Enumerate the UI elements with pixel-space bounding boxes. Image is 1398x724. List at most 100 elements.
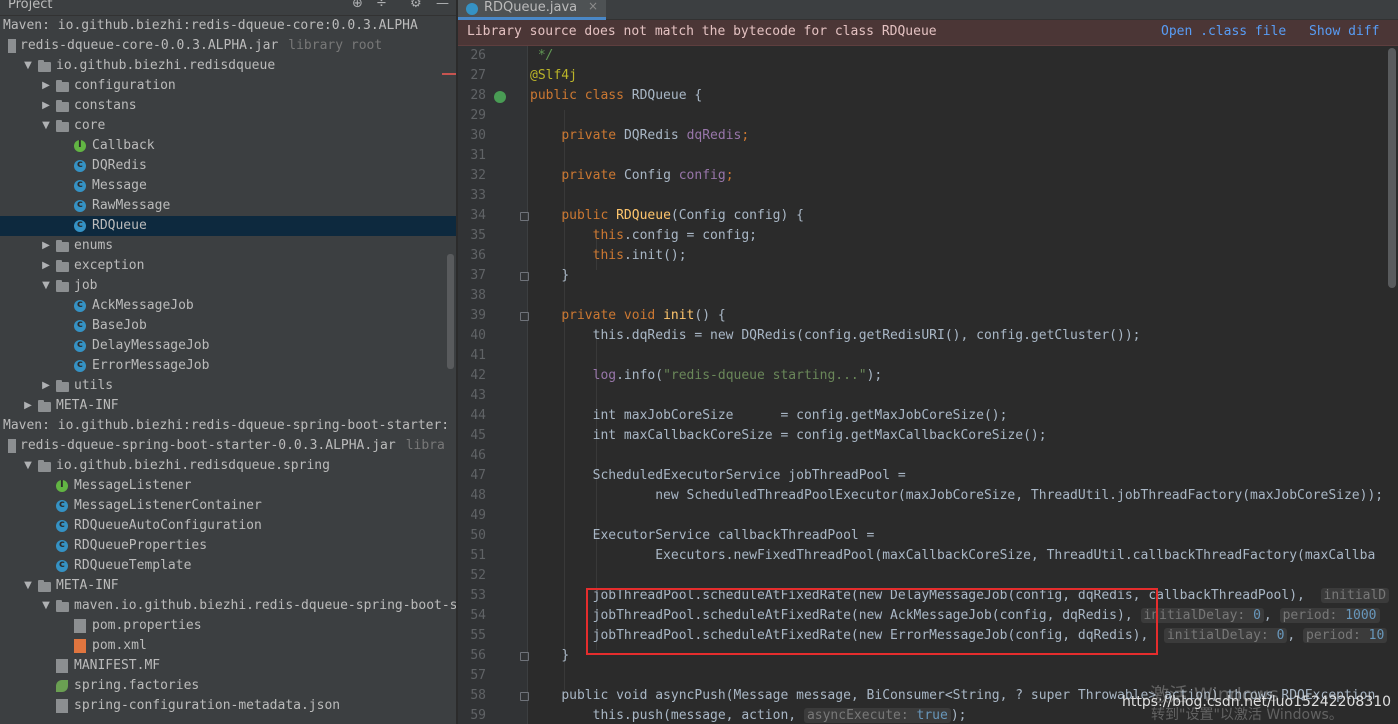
chevron-down-icon[interactable]: ▼ xyxy=(22,56,34,76)
chevron-right-icon[interactable]: ▶ xyxy=(40,376,52,396)
tree-item[interactable]: RDQueueTemplate xyxy=(0,555,456,576)
tree-folder[interactable]: ▼ job xyxy=(0,276,456,296)
chevron-right-icon[interactable]: ▶ xyxy=(40,256,52,276)
tree-item[interactable]: Message xyxy=(0,175,456,196)
code-line-32[interactable]: private Config config; xyxy=(530,166,1398,186)
tree-item[interactable]: AckMessageJob xyxy=(0,295,456,316)
chevron-down-icon[interactable]: ▼ xyxy=(40,276,52,296)
code-line-45[interactable]: int maxCallbackCoreSize = config.getMaxC… xyxy=(530,426,1398,446)
tree-folder[interactable]: ▶ configuration xyxy=(0,76,456,96)
line-number[interactable]: 48 xyxy=(458,486,486,506)
chevron-right-icon[interactable]: ▶ xyxy=(22,396,34,416)
line-number[interactable]: 31 xyxy=(458,146,486,166)
tree-item[interactable]: redis-dqueue-core-0.0.3.ALPHA.jar library… xyxy=(0,36,456,56)
line-number[interactable]: 35 xyxy=(458,226,486,246)
chevron-right-icon[interactable]: ▶ xyxy=(40,236,52,256)
tree-item[interactable]: DQRedis xyxy=(0,155,456,176)
tree-item[interactable]: ErrorMessageJob xyxy=(0,355,456,376)
line-number[interactable]: 57 xyxy=(458,666,486,686)
line-number[interactable]: 45 xyxy=(458,426,486,446)
line-number[interactable]: 36 xyxy=(458,246,486,266)
code-line-28[interactable]: public class RDQueue { xyxy=(530,86,1398,106)
code-line-44[interactable]: int maxJobCoreSize = config.getMaxJobCor… xyxy=(530,406,1398,426)
code-line-40[interactable]: this.dqRedis = new DQRedis(config.getRed… xyxy=(530,326,1398,346)
line-number[interactable]: 53 xyxy=(458,586,486,606)
tab-rdqueue-java[interactable]: RDQueue.java × xyxy=(458,0,606,20)
line-number[interactable]: 34 xyxy=(458,206,486,226)
line-number[interactable]: 50 xyxy=(458,526,486,546)
tree-folder[interactable]: ▼ io.github.biezhi.redisdqueue.spring xyxy=(0,456,456,476)
implementation-marker-icon[interactable] xyxy=(494,91,506,103)
code-line-35[interactable]: this.config = config; xyxy=(530,226,1398,246)
tree-folder[interactable]: ▼ core xyxy=(0,116,456,136)
line-number[interactable]: 56 xyxy=(458,646,486,666)
tree-item[interactable]: pom.xml xyxy=(0,636,456,656)
code-line-47[interactable]: ScheduledExecutorService jobThreadPool = xyxy=(530,466,1398,486)
code-line-36[interactable]: this.init(); xyxy=(530,246,1398,266)
code-line-27[interactable]: @Slf4j xyxy=(530,66,1398,86)
tree-item[interactable]: pom.properties xyxy=(0,616,456,636)
open-class-file-link[interactable]: Open .class file xyxy=(1161,24,1286,39)
fold-marker-icon[interactable] xyxy=(520,652,529,661)
code-line-39[interactable]: private void init() { xyxy=(530,306,1398,326)
line-number[interactable]: 39 xyxy=(458,306,486,326)
line-number[interactable]: 37 xyxy=(458,266,486,286)
tree-library[interactable]: Maven: io.github.biezhi:redis-dqueue-cor… xyxy=(0,16,456,36)
line-number[interactable]: 30 xyxy=(458,126,486,146)
fold-marker-icon[interactable] xyxy=(520,272,529,281)
line-number[interactable]: 51 xyxy=(458,546,486,566)
tree-item[interactable]: spring-configuration-metadata.json xyxy=(0,696,456,716)
chevron-down-icon[interactable]: ▼ xyxy=(22,456,34,476)
fold-marker-icon[interactable] xyxy=(520,692,529,701)
line-number[interactable]: 26 xyxy=(458,46,486,66)
line-number[interactable]: 44 xyxy=(458,406,486,426)
project-panel-title[interactable]: Project xyxy=(8,0,52,12)
tree-folder[interactable]: ▼ META-INF xyxy=(0,576,456,596)
line-number[interactable]: 38 xyxy=(458,286,486,306)
line-number[interactable]: 52 xyxy=(458,566,486,586)
code-line-37[interactable]: } xyxy=(530,266,1398,286)
target-icon[interactable]: ⊕ xyxy=(352,0,363,11)
chevron-down-icon[interactable]: ▼ xyxy=(40,596,52,616)
line-number[interactable]: 32 xyxy=(458,166,486,186)
line-number[interactable]: 43 xyxy=(458,386,486,406)
tree-item[interactable]: spring.factories xyxy=(0,676,456,696)
line-number[interactable]: 55 xyxy=(458,626,486,646)
tree-item[interactable]: RawMessage xyxy=(0,195,456,216)
line-number[interactable]: 42 xyxy=(458,366,486,386)
code-line-50[interactable]: ExecutorService callbackThreadPool = xyxy=(530,526,1398,546)
minimize-icon[interactable]: — xyxy=(436,0,449,11)
code-line-42[interactable]: log.info("redis-dqueue starting..."); xyxy=(530,366,1398,386)
close-tab-icon[interactable]: × xyxy=(588,0,598,13)
tree-folder[interactable]: ▶ utils xyxy=(0,376,456,396)
tree-item[interactable]: DelayMessageJob xyxy=(0,335,456,356)
tree-item[interactable]: MessageListenerContainer xyxy=(0,495,456,516)
tree-library[interactable]: Maven: io.github.biezhi:redis-dqueue-spr… xyxy=(0,416,456,436)
chevron-down-icon[interactable]: ▼ xyxy=(40,116,52,136)
line-number[interactable]: 49 xyxy=(458,506,486,526)
code-line-48[interactable]: new ScheduledThreadPoolExecutor(maxJobCo… xyxy=(530,486,1398,506)
tree-item[interactable]: Callback xyxy=(0,135,456,156)
line-number[interactable]: 54 xyxy=(458,606,486,626)
code-line-30[interactable]: private DQRedis dqRedis; xyxy=(530,126,1398,146)
show-diff-link[interactable]: Show diff xyxy=(1309,24,1379,39)
line-number[interactable]: 29 xyxy=(458,106,486,126)
tree-folder[interactable]: ▶ enums xyxy=(0,236,456,256)
line-number[interactable]: 41 xyxy=(458,346,486,366)
line-number[interactable]: 59 xyxy=(458,706,486,724)
tree-folder[interactable]: ▶ constans xyxy=(0,96,456,116)
line-number[interactable]: 58 xyxy=(458,686,486,706)
tree-item[interactable]: RDQueueAutoConfiguration xyxy=(0,515,456,536)
line-number[interactable]: 28 xyxy=(458,86,486,106)
chevron-right-icon[interactable]: ▶ xyxy=(40,76,52,96)
line-number[interactable]: 40 xyxy=(458,326,486,346)
tree-item[interactable]: RDQueue xyxy=(0,215,456,236)
tree-item[interactable]: MessageListener xyxy=(0,475,456,496)
chevron-right-icon[interactable]: ▶ xyxy=(40,96,52,116)
code-line-34[interactable]: public RDQueue(Config config) { xyxy=(530,206,1398,226)
fold-marker-icon[interactable] xyxy=(520,212,529,221)
line-number[interactable]: 47 xyxy=(458,466,486,486)
code-line-51[interactable]: Executors.newFixedThreadPool(maxCallback… xyxy=(530,546,1398,566)
tree-folder[interactable]: ▶ exception xyxy=(0,256,456,276)
code-line-26[interactable]: */ xyxy=(530,46,1398,66)
